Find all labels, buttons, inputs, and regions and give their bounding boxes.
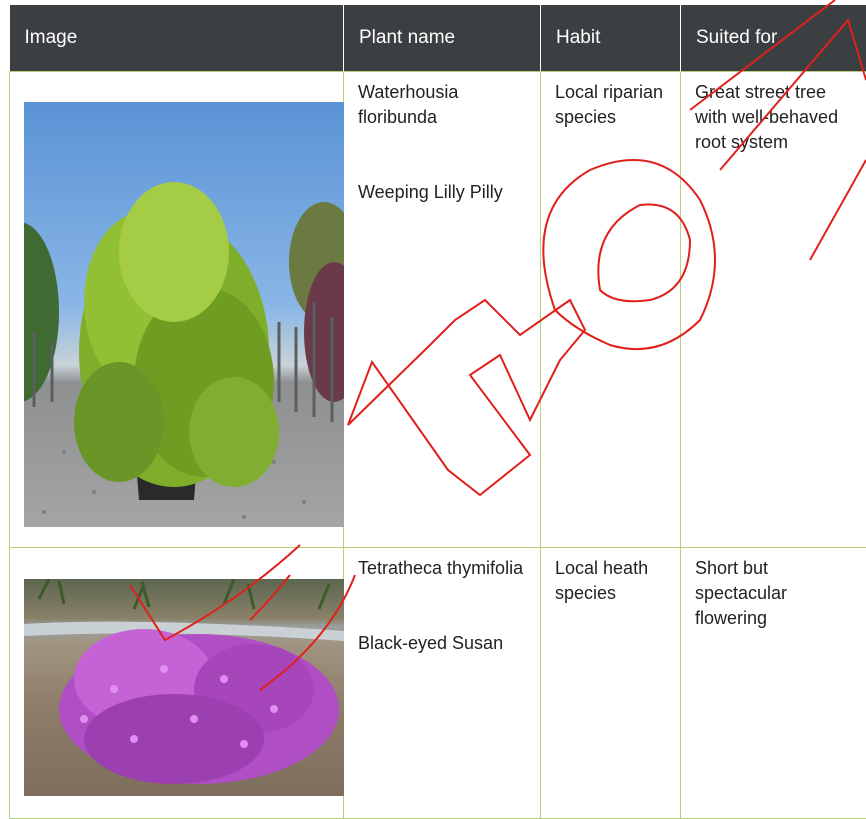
plant-table: Image Plant name Habit Suited for Waterh… [9,5,866,819]
image-cell [9,71,344,548]
table-row: Waterhousia floribunda Weeping Lilly Pil… [9,71,866,548]
header-image: Image [9,5,344,72]
header-suited-for: Suited for [680,5,866,72]
image-cell [9,547,344,819]
common-name: Weeping Lilly Pilly [358,182,503,202]
plant-name-cell: Waterhousia floribunda Weeping Lilly Pil… [343,71,541,548]
habit-cell: Local riparian species [540,71,681,548]
suited-for-cell: Short but spectacular flowering [680,547,866,819]
suited-for-cell: Great street tree with well-behaved root… [680,71,866,548]
plant-name-cell: Tetratheca thymifolia Black-eyed Susan [343,547,541,819]
botanical-name: Waterhousia floribunda [358,82,459,127]
botanical-name: Tetratheca thymifolia [358,558,524,578]
table-header-row: Image Plant name Habit Suited for [9,5,866,72]
table-row: Tetratheca thymifolia Black-eyed Susan L… [9,547,866,819]
header-plant-name: Plant name [343,5,541,72]
header-habit: Habit [540,5,681,72]
habit-cell: Local heath species [540,547,681,819]
plant-photo [24,102,344,527]
plant-photo [24,579,344,796]
common-name: Black-eyed Susan [358,633,504,653]
